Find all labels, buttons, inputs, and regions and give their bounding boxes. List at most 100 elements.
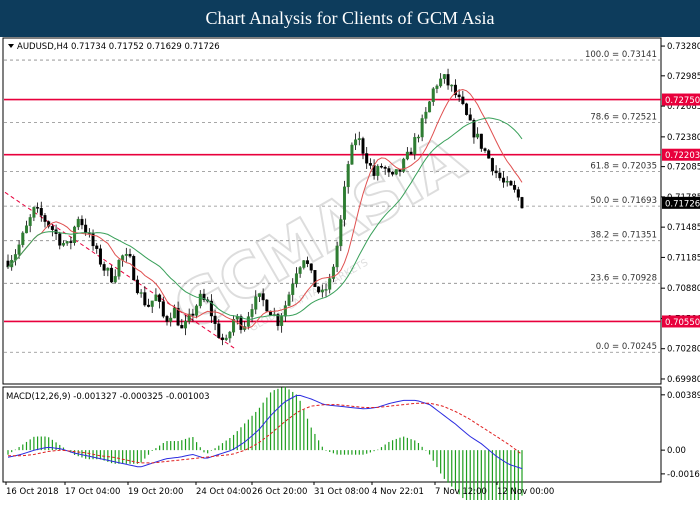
candle-body <box>195 305 199 316</box>
candle-body <box>43 215 47 222</box>
y-tick-label: 0.72085 <box>667 163 700 173</box>
fib-label: 100.0 = 0.73141 <box>585 50 657 60</box>
candle-body <box>402 158 406 172</box>
candle-body <box>376 165 380 176</box>
candle-body <box>468 114 472 121</box>
candle-body <box>494 170 498 174</box>
candle-body <box>113 276 117 283</box>
candle-body <box>346 164 350 188</box>
fib-label: 50.0 = 0.71693 <box>590 196 657 206</box>
candle-body <box>246 316 250 327</box>
fib-label: 78.6 = 0.72521 <box>590 113 657 123</box>
macd-y-tick-label: -0.00167 <box>667 470 700 480</box>
candle-body <box>283 305 287 317</box>
x-tick-label: 26 Oct 20:00 <box>252 487 307 497</box>
candle-body <box>502 177 506 183</box>
candle-body <box>361 138 365 154</box>
candle-body <box>431 88 435 102</box>
candle-body <box>65 241 69 244</box>
x-tick-label: 19 Oct 20:00 <box>128 487 183 497</box>
candle-body <box>80 218 84 226</box>
candle-body <box>61 243 65 246</box>
y-tick-label: 0.72985 <box>667 72 700 82</box>
candle-body <box>509 181 513 186</box>
fib-label: 61.8 = 0.72035 <box>590 162 657 172</box>
candle-body <box>413 137 417 155</box>
y-tick-label: 0.73280 <box>667 42 700 52</box>
candle-body <box>198 293 202 307</box>
candle-body <box>490 158 494 172</box>
candle-body <box>250 309 254 317</box>
candle-body <box>405 151 409 160</box>
candle-body <box>354 139 358 146</box>
macd-title: MACD(12,26,9) -0.001327 -0.000325 -0.001… <box>6 392 210 402</box>
candle-body <box>513 185 517 190</box>
y-tick-label: 0.69980 <box>667 375 700 385</box>
candle-body <box>446 74 450 86</box>
candle-body <box>457 94 461 98</box>
candle-body <box>132 256 136 281</box>
candle-body <box>265 299 269 312</box>
chart-svg: 0.732800.729850.726850.723800.720850.717… <box>2 37 700 505</box>
candle-body <box>416 136 420 139</box>
candle-body <box>365 153 369 164</box>
candle-body <box>36 207 40 209</box>
candle-body <box>298 267 302 274</box>
candle-body <box>313 270 317 288</box>
candle-body <box>420 118 424 138</box>
candle-body <box>220 337 224 340</box>
candle-body <box>439 78 443 87</box>
candle-body <box>476 133 480 138</box>
candle-body <box>169 317 173 322</box>
x-tick-label: 7 Nov 12:00 <box>435 487 487 497</box>
candle-body <box>158 294 162 302</box>
banner-title: Chart Analysis for Clients of GCM Asia <box>0 0 700 37</box>
candle-body <box>165 316 169 322</box>
candle-body <box>368 163 372 166</box>
macd-y-tick-label: 0.00389 <box>667 391 700 401</box>
candle-body <box>516 189 520 198</box>
main-chart-title: AUDUSD,H4 0.71734 0.71752 0.71629 0.7172… <box>17 42 220 52</box>
candle-body <box>328 278 332 290</box>
candle-body <box>58 233 62 246</box>
x-tick-label: 17 Oct 04:00 <box>65 487 120 497</box>
candle-body <box>291 283 295 295</box>
candle-body <box>69 241 73 243</box>
y-tick-label: 0.70880 <box>667 284 700 294</box>
candle-body <box>379 165 383 168</box>
candle-body <box>294 273 298 285</box>
level-price-label: 0.72203 <box>665 151 700 161</box>
candle-body <box>324 289 328 291</box>
x-tick-label: 24 Oct 04:00 <box>196 487 251 497</box>
candle-body <box>135 279 139 294</box>
candle-body <box>124 253 128 256</box>
candle-body <box>172 307 176 319</box>
fib-label: 38.2 = 0.71351 <box>590 231 657 241</box>
candle-body <box>487 150 491 159</box>
candle-body <box>76 218 80 228</box>
candle-body <box>335 245 339 268</box>
candle-body <box>302 260 306 268</box>
fib-label: 0.0 = 0.70245 <box>596 342 657 352</box>
candle-body <box>128 253 132 257</box>
level-price-label: 0.72750 <box>665 96 700 106</box>
candle-body <box>424 111 428 119</box>
candle-body <box>479 133 483 149</box>
candle-body <box>461 96 465 105</box>
candle-body <box>117 260 121 277</box>
y-tick-label: 0.71485 <box>667 223 700 233</box>
candle-body <box>317 286 321 293</box>
candle-body <box>32 207 36 218</box>
candle-body <box>150 300 154 307</box>
candle-body <box>143 292 147 306</box>
fib-label: 23.6 = 0.70928 <box>590 273 657 283</box>
candle-body <box>442 74 446 80</box>
candle-body <box>161 301 165 317</box>
candle-body <box>287 294 291 306</box>
candle-body <box>213 315 217 324</box>
candle-body <box>257 293 261 297</box>
candle-body <box>73 226 77 243</box>
candle-body <box>309 263 313 271</box>
candle-body <box>17 244 21 255</box>
candle-body <box>28 217 32 226</box>
